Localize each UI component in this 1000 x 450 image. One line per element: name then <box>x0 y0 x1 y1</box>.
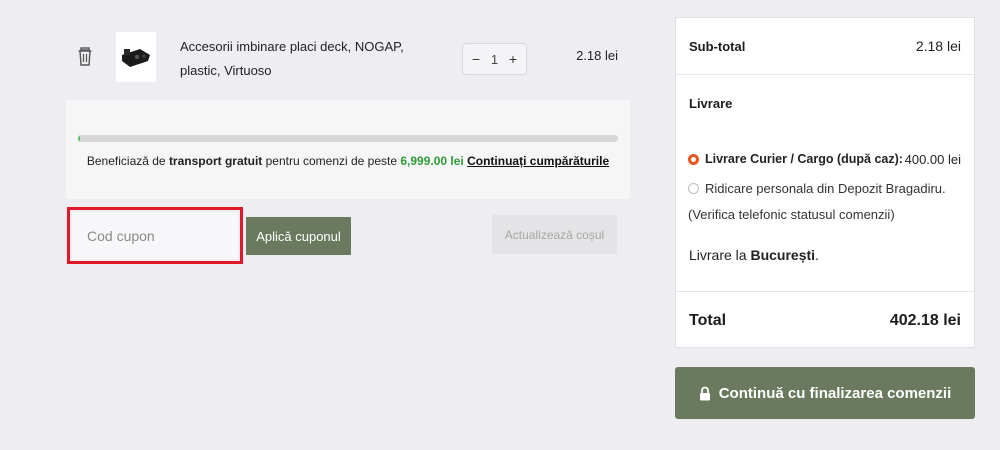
apply-coupon-button[interactable]: Aplică cuponul <box>246 217 351 255</box>
verify-status-note: (Verifica telefonic statusul comenzii) <box>688 207 895 222</box>
free-shipping-box: Beneficiază de transport gratuit pentru … <box>66 100 630 199</box>
coupon-code-input[interactable] <box>72 212 238 259</box>
threshold-amount: 6,999.00 lei <box>400 154 464 168</box>
pickup-label[interactable]: Ridicare personala din Depozit Bragadiru… <box>705 181 946 196</box>
courier-radio[interactable] <box>688 153 699 165</box>
checkout-button[interactable]: Continuă cu finalizarea comenzii <box>675 367 975 419</box>
quantity-stepper[interactable]: − 1 + <box>462 43 527 75</box>
product-thumbnail[interactable] <box>116 32 156 82</box>
shipping-option-courier[interactable]: Livrare Curier / Cargo (după caz): <box>688 152 903 166</box>
courier-label[interactable]: Livrare Curier / Cargo (după caz): <box>705 152 903 166</box>
total-label: Total <box>689 312 727 329</box>
message-middle: pentru comenzi de peste <box>262 154 401 168</box>
update-cart-button[interactable]: Actualizează coșul <box>492 215 617 254</box>
destination-prefix: Livrare la <box>689 247 751 263</box>
subtotal-label: Sub-total <box>689 39 746 54</box>
message-prefix: Beneficiază de <box>86 154 169 168</box>
continue-shopping-link[interactable]: Continuați cumpărăturile <box>467 154 609 168</box>
lock-icon <box>699 386 711 401</box>
subtotal-row: Sub-total 2.18 lei <box>676 18 974 75</box>
destination-city: București <box>750 247 816 263</box>
free-shipping-message: Beneficiază de transport gratuit pentru … <box>66 154 630 168</box>
progress-fill <box>78 135 80 142</box>
item-price: 2.18 lei <box>576 48 618 63</box>
pickup-radio[interactable] <box>688 183 699 194</box>
free-shipping-progress-bar <box>78 135 618 142</box>
quantity-value[interactable]: 1 <box>485 52 505 67</box>
trash-icon[interactable] <box>78 47 92 67</box>
product-name-link[interactable]: Accesorii imbinare placi deck, NOGAP, pl… <box>180 35 430 83</box>
order-summary-panel: Sub-total 2.18 lei Livrare Livrare Curie… <box>675 17 975 348</box>
shipping-option-pickup[interactable]: Ridicare personala din Depozit Bragadiru… <box>688 181 946 196</box>
increase-quantity-button[interactable]: + <box>506 51 520 67</box>
shipping-destination: Livrare la București. <box>689 247 819 263</box>
message-bold: transport gratuit <box>168 154 263 168</box>
decrease-quantity-button[interactable]: − <box>469 51 483 67</box>
checkout-label[interactable]: Continuă cu finalizarea comenzii <box>719 385 952 402</box>
total-row: Total 402.18 lei <box>676 291 974 348</box>
total-value: 402.18 lei <box>889 312 961 329</box>
cart-item-row: Accesorii imbinare placi deck, NOGAP, pl… <box>66 18 630 98</box>
destination-suffix: . <box>815 247 819 263</box>
courier-price: 400.00 lei <box>904 152 961 167</box>
subtotal-value: 2.18 lei <box>915 38 961 54</box>
shipping-title: Livrare <box>689 96 733 111</box>
cart-page: Accesorii imbinare placi deck, NOGAP, pl… <box>0 0 1000 450</box>
